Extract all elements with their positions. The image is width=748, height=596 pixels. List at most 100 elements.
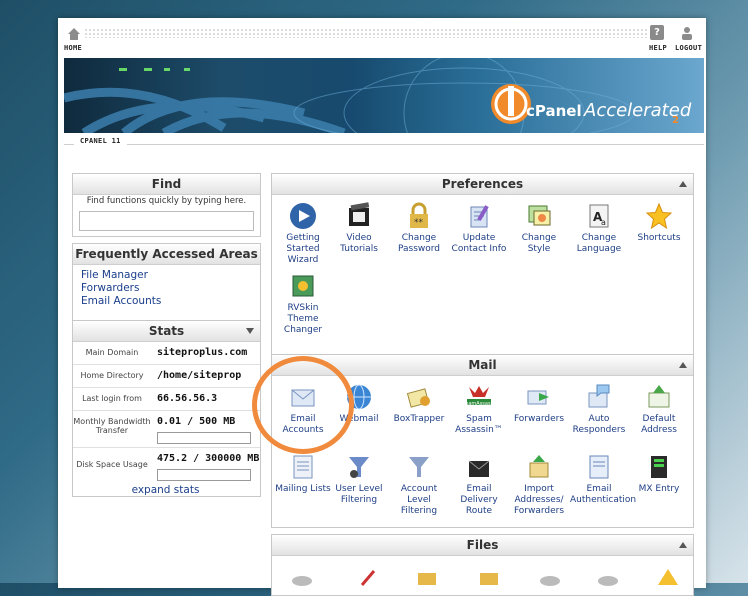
folder-icon: [480, 573, 498, 585]
mail-email-delivery-route[interactable]: Email Delivery Route: [450, 453, 508, 517]
stats-label-disk: Disk Space Usage: [76, 460, 148, 469]
pref-change-language[interactable]: Aa Change Language: [570, 202, 628, 255]
mail-label: Account Level Filtering: [400, 484, 438, 516]
pref-shortcuts[interactable]: Shortcuts: [630, 202, 688, 244]
disk-icon: [292, 576, 312, 586]
expand-stats-link[interactable]: expand stats: [58, 484, 273, 497]
drive-icon: [598, 576, 618, 586]
stats-panel: Stats Main Domain siteproplus.com Home D…: [72, 320, 261, 497]
pref-update-contact-info[interactable]: Update Contact Info: [450, 202, 508, 255]
user-filter-icon: [345, 453, 373, 481]
mail-label: Email Authentication: [570, 484, 637, 505]
mail-label: Import Addresses/ Forwarders: [513, 484, 565, 516]
files-panel: Files: [271, 534, 694, 596]
pref-rvskin-theme-changer[interactable]: RVSkin Theme Changer: [274, 272, 332, 336]
folder-icon: [418, 573, 436, 585]
frequently-accessed-panel: Frequently Accessed Areas File Manager F…: [72, 243, 261, 327]
pref-getting-started-wizard[interactable]: Getting Started Wizard: [274, 202, 332, 266]
pref-change-style[interactable]: Change Style: [510, 202, 568, 255]
stats-title-text: Stats: [148, 324, 185, 338]
find-input[interactable]: [79, 211, 254, 231]
highlight-circle: [252, 356, 354, 454]
mail-email-authentication[interactable]: Email Authentication: [570, 453, 637, 506]
mx-entry-icon: [645, 453, 673, 481]
stats-title: Stats: [73, 321, 260, 342]
play-icon: [289, 202, 317, 230]
version-divider: [64, 144, 704, 145]
collapse-arrow-icon[interactable]: [246, 328, 254, 334]
mail-account-level-filtering[interactable]: Account Level Filtering: [390, 453, 448, 517]
preferences-title: Preferences: [272, 174, 693, 195]
stats-value-home-dir: /home/siteprop: [157, 370, 242, 381]
mail-label: Spam Assassin™: [455, 414, 503, 435]
delivery-route-icon: [465, 453, 493, 481]
stats-value-bandwidth: 0.01 / 500 MB: [157, 416, 236, 427]
default-address-icon: [645, 383, 673, 411]
pref-change-password[interactable]: ** Change Password: [390, 202, 448, 255]
language-icon: Aa: [585, 202, 613, 230]
import-icon: [525, 453, 553, 481]
mailing-list-icon: [289, 453, 317, 481]
preferences-title-text: Preferences: [441, 177, 524, 191]
mail-label: User Level Filtering: [335, 484, 383, 505]
authentication-icon: [585, 453, 613, 481]
spamassassin-icon: SpamAssassin: [462, 383, 498, 411]
mail-forwarders[interactable]: Forwarders: [510, 383, 568, 425]
home-link[interactable]: HOME: [64, 44, 82, 52]
svg-text:**: **: [414, 218, 424, 228]
stats-row: Main Domain siteproplus.com: [73, 342, 260, 365]
mail-auto-responders[interactable]: Auto Responders: [570, 383, 628, 436]
mail-user-level-filtering[interactable]: User Level Filtering: [330, 453, 388, 506]
drive-icon: [540, 576, 560, 586]
boxtrapper-icon: [405, 383, 433, 411]
pref-label: Shortcuts: [637, 233, 681, 243]
mail-spam-assassin[interactable]: SpamAssassin Spam Assassin™: [450, 383, 508, 436]
mail-label: MX Entry: [638, 484, 680, 494]
mail-default-address[interactable]: Default Address: [630, 383, 688, 436]
mail-title-text: Mail: [468, 358, 497, 372]
svg-text:a: a: [601, 218, 606, 227]
collapse-arrow-icon[interactable]: [679, 181, 687, 187]
pref-video-tutorials[interactable]: Video Tutorials: [330, 202, 388, 255]
contact-icon: [465, 202, 493, 230]
top-bar: HOME ? HELP LOGOUT: [58, 18, 706, 58]
mail-mailing-lists[interactable]: Mailing Lists: [274, 453, 332, 495]
help-link[interactable]: HELP: [649, 44, 667, 52]
logout-icon[interactable]: [680, 26, 694, 40]
mail-import-addresses[interactable]: Import Addresses/ Forwarders: [510, 453, 568, 517]
spam-badge: SpamAssassin: [462, 401, 498, 407]
faa-link-email-accounts[interactable]: Email Accounts: [81, 295, 161, 308]
mail-mx-entry[interactable]: MX Entry: [630, 453, 688, 495]
forward-icon: [525, 383, 553, 411]
stats-value-last-login: 66.56.56.3: [157, 393, 218, 404]
mail-boxtrapper[interactable]: BoxTrapper: [390, 383, 448, 425]
disk-bar: [157, 469, 251, 481]
home-icon[interactable]: [67, 27, 81, 41]
files-icons-row: [292, 569, 678, 586]
collapse-arrow-icon[interactable]: [679, 542, 687, 548]
logout-link[interactable]: LOGOUT: [675, 44, 702, 52]
film-icon: [345, 202, 373, 230]
mail-label: Auto Responders: [572, 414, 626, 435]
mail-label: Email Delivery Route: [460, 484, 498, 516]
pref-label: Change Language: [576, 233, 622, 254]
faa-link-file-manager[interactable]: File Manager: [81, 269, 161, 282]
stats-label-bandwidth: Monthly Bandwidth Transfer: [73, 417, 151, 435]
faa-link-forwarders[interactable]: Forwarders: [81, 282, 161, 295]
pref-label: RVSkin Theme Changer: [283, 303, 323, 335]
files-title: Files: [272, 535, 693, 556]
brand-sub: 2: [672, 115, 679, 126]
stats-value-main-domain: siteproplus.com: [157, 347, 248, 358]
lock-icon: **: [405, 202, 433, 230]
help-icon[interactable]: ?: [650, 25, 664, 40]
pref-label: Change Password: [397, 233, 441, 254]
header-banner: cPanel Accelerated 2: [64, 58, 704, 133]
stats-label-main-domain: Main Domain: [85, 348, 139, 357]
mail-label: Default Address: [641, 414, 677, 435]
version-label: CPANEL 11: [74, 137, 127, 145]
cpanel-page: HOME ? HELP LOGOUT cPanel Accelerated 2 …: [58, 18, 706, 596]
collapse-arrow-icon[interactable]: [679, 362, 687, 368]
faa-links: File Manager Forwarders Email Accounts: [81, 269, 161, 308]
style-icon: [525, 202, 553, 230]
mail-label: Forwarders: [513, 414, 565, 424]
